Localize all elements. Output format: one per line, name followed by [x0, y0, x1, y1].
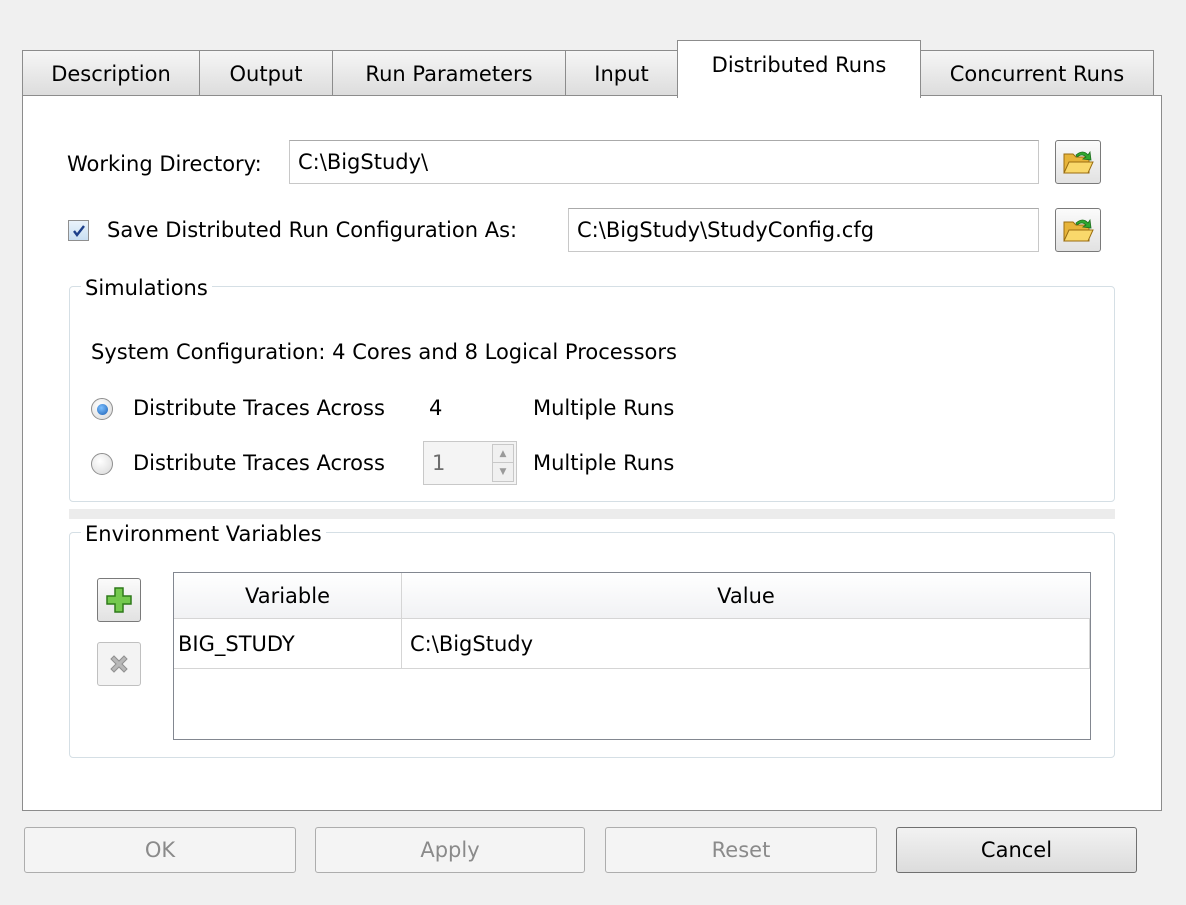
tab-input[interactable]: Input: [565, 50, 678, 96]
save-config-input[interactable]: C:\BigStudy\StudyConfig.cfg: [568, 208, 1039, 252]
folder-open-icon: [1063, 218, 1094, 242]
distribute-custom-suffix: Multiple Runs: [533, 451, 675, 475]
stepper-value: 1: [432, 451, 446, 475]
column-header-variable[interactable]: Variable: [174, 573, 402, 619]
tab-output[interactable]: Output: [199, 50, 333, 96]
distribute-fixed-suffix: Multiple Runs: [533, 396, 675, 420]
distribute-custom-label: Distribute Traces Across: [133, 451, 385, 475]
tab-label: Output: [229, 61, 303, 86]
tab-label: Input: [594, 61, 649, 86]
environment-variables-table: Variable Value BIG_STUDY C:\BigStudy: [173, 572, 1091, 740]
radio-dot: [96, 403, 108, 415]
environment-variables-title: Environment Variables: [81, 522, 326, 546]
tab-label: Run Parameters: [365, 61, 533, 86]
tab-distributed-runs[interactable]: Distributed Runs: [677, 40, 921, 98]
cancel-button[interactable]: Cancel: [896, 827, 1137, 873]
save-config-browse-button[interactable]: [1055, 208, 1101, 252]
apply-button[interactable]: Apply: [315, 827, 585, 873]
distributed-runs-panel: Working Directory: C:\BigStudy\ Save Dis…: [22, 95, 1162, 811]
save-config-label: Save Distributed Run Configuration As:: [107, 218, 518, 242]
working-directory-label: Working Directory:: [67, 152, 262, 176]
distribute-custom-radio[interactable]: [91, 453, 113, 475]
tab-run-parameters[interactable]: Run Parameters: [332, 50, 566, 96]
folder-open-icon: [1063, 150, 1094, 174]
stepper-down-icon[interactable]: ▼: [493, 463, 513, 481]
plus-icon: [106, 587, 132, 613]
save-config-checkbox[interactable]: [68, 220, 89, 241]
checkmark-icon: [72, 224, 85, 237]
delete-x-icon: [110, 655, 128, 673]
tab-concurrent-runs[interactable]: Concurrent Runs: [920, 50, 1154, 96]
table-cell-value[interactable]: C:\BigStudy: [402, 619, 1090, 669]
column-header-value[interactable]: Value: [402, 573, 1090, 619]
stepper-up-icon[interactable]: ▲: [493, 445, 513, 463]
group-separator: [69, 509, 1115, 519]
stepper-buttons: ▲ ▼: [492, 444, 514, 482]
remove-variable-button[interactable]: [97, 642, 141, 686]
working-directory-input[interactable]: C:\BigStudy\: [289, 140, 1039, 184]
ok-button[interactable]: OK: [24, 827, 296, 873]
tab-label: Description: [51, 61, 171, 86]
tab-label: Distributed Runs: [711, 53, 887, 77]
tab-description[interactable]: Description: [22, 50, 200, 96]
distribute-fixed-radio[interactable]: [91, 398, 113, 420]
tab-label: Concurrent Runs: [949, 61, 1125, 86]
distribute-fixed-label: Distribute Traces Across: [133, 396, 385, 420]
reset-button[interactable]: Reset: [605, 827, 877, 873]
distribute-fixed-count: 4: [429, 396, 443, 420]
system-configuration-text: System Configuration: 4 Cores and 8 Logi…: [91, 340, 677, 364]
simulations-title: Simulations: [81, 276, 212, 300]
working-directory-browse-button[interactable]: [1055, 140, 1101, 184]
distribute-count-stepper[interactable]: 1 ▲ ▼: [423, 441, 517, 485]
table-cell-variable[interactable]: BIG_STUDY: [174, 619, 402, 669]
add-variable-button[interactable]: [97, 578, 141, 622]
